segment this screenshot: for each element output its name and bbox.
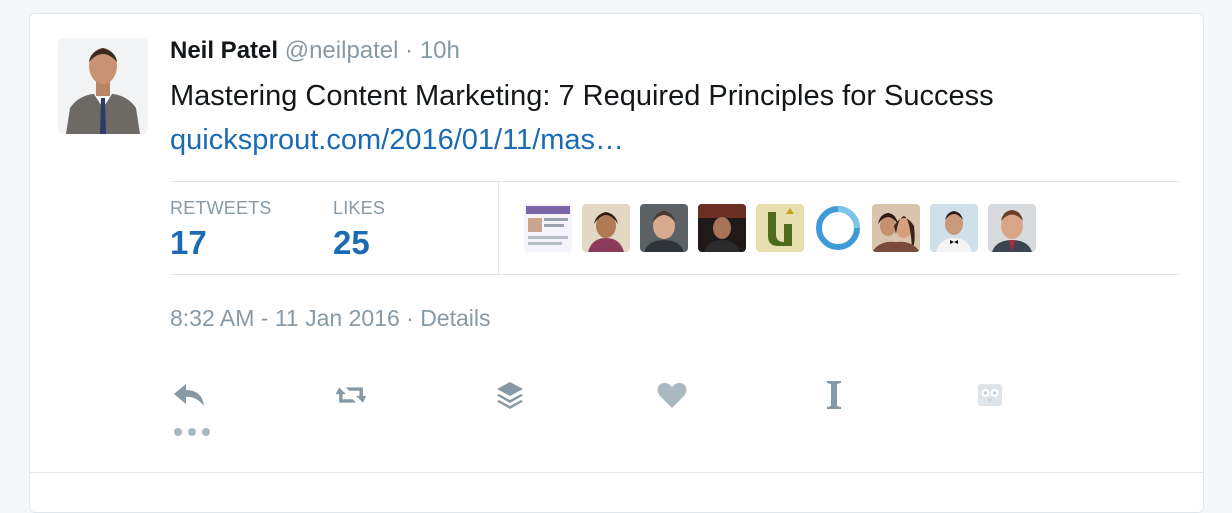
owl-button[interactable] (973, 378, 1007, 412)
instapaper-icon (827, 381, 841, 409)
tweet-link[interactable]: quicksprout.com/2016/01/11/mas… (170, 122, 624, 158)
tweet-text: Mastering Content Marketing: 7 Required … (170, 80, 994, 112)
tweet-header: Neil Patel @neilpatel · 10h (170, 36, 460, 66)
stats-top-divider (170, 181, 1180, 182)
liker-avatar-1[interactable] (524, 204, 572, 252)
relative-time[interactable]: 10h (420, 37, 460, 64)
liker-avatar-3[interactable] (640, 204, 688, 252)
likes-count[interactable]: 25 (333, 224, 370, 262)
retweets-count[interactable]: 17 (170, 224, 207, 262)
liker-avatar-6[interactable] (814, 204, 862, 252)
owl-icon (978, 384, 1002, 406)
retweet-icon (335, 387, 367, 403)
like-button[interactable] (655, 378, 689, 412)
liker-avatar-8[interactable] (930, 204, 978, 252)
header-separator: · (405, 37, 414, 64)
more-button[interactable] (172, 422, 212, 442)
tweet-timestamp-row: 8:32 AM - 11 Jan 2016 · Details (170, 305, 491, 332)
liker-avatar-5[interactable] (756, 204, 804, 252)
full-timestamp[interactable]: 8:32 AM - 11 Jan 2016 (170, 305, 400, 331)
author-avatar[interactable] (58, 38, 148, 134)
liker-avatar-9[interactable] (988, 204, 1036, 252)
retweet-button[interactable] (334, 378, 368, 412)
timestamp-separator: · (406, 305, 414, 331)
liker-avatar-4[interactable] (698, 204, 746, 252)
author-handle[interactable]: @neilpatel (285, 37, 399, 64)
buffer-button[interactable] (493, 378, 527, 412)
more-icon (174, 428, 210, 436)
liker-avatar-7[interactable] (872, 204, 920, 252)
instapaper-button[interactable] (817, 378, 851, 412)
retweets-label: RETWEETS (170, 198, 272, 218)
reply-icon (174, 384, 204, 406)
buffer-icon (497, 382, 523, 409)
like-icon (657, 382, 687, 408)
liker-avatar-2[interactable] (582, 204, 630, 252)
reply-button[interactable] (172, 378, 206, 412)
stats-bottom-divider (170, 274, 1180, 275)
author-name[interactable]: Neil Patel (170, 37, 278, 64)
card-bottom-divider (30, 472, 1204, 473)
likes-label: LIKES (333, 198, 386, 218)
stats-vertical-divider (498, 182, 499, 274)
details-link[interactable]: Details (420, 305, 490, 331)
likers-avatar-list (524, 204, 1036, 252)
